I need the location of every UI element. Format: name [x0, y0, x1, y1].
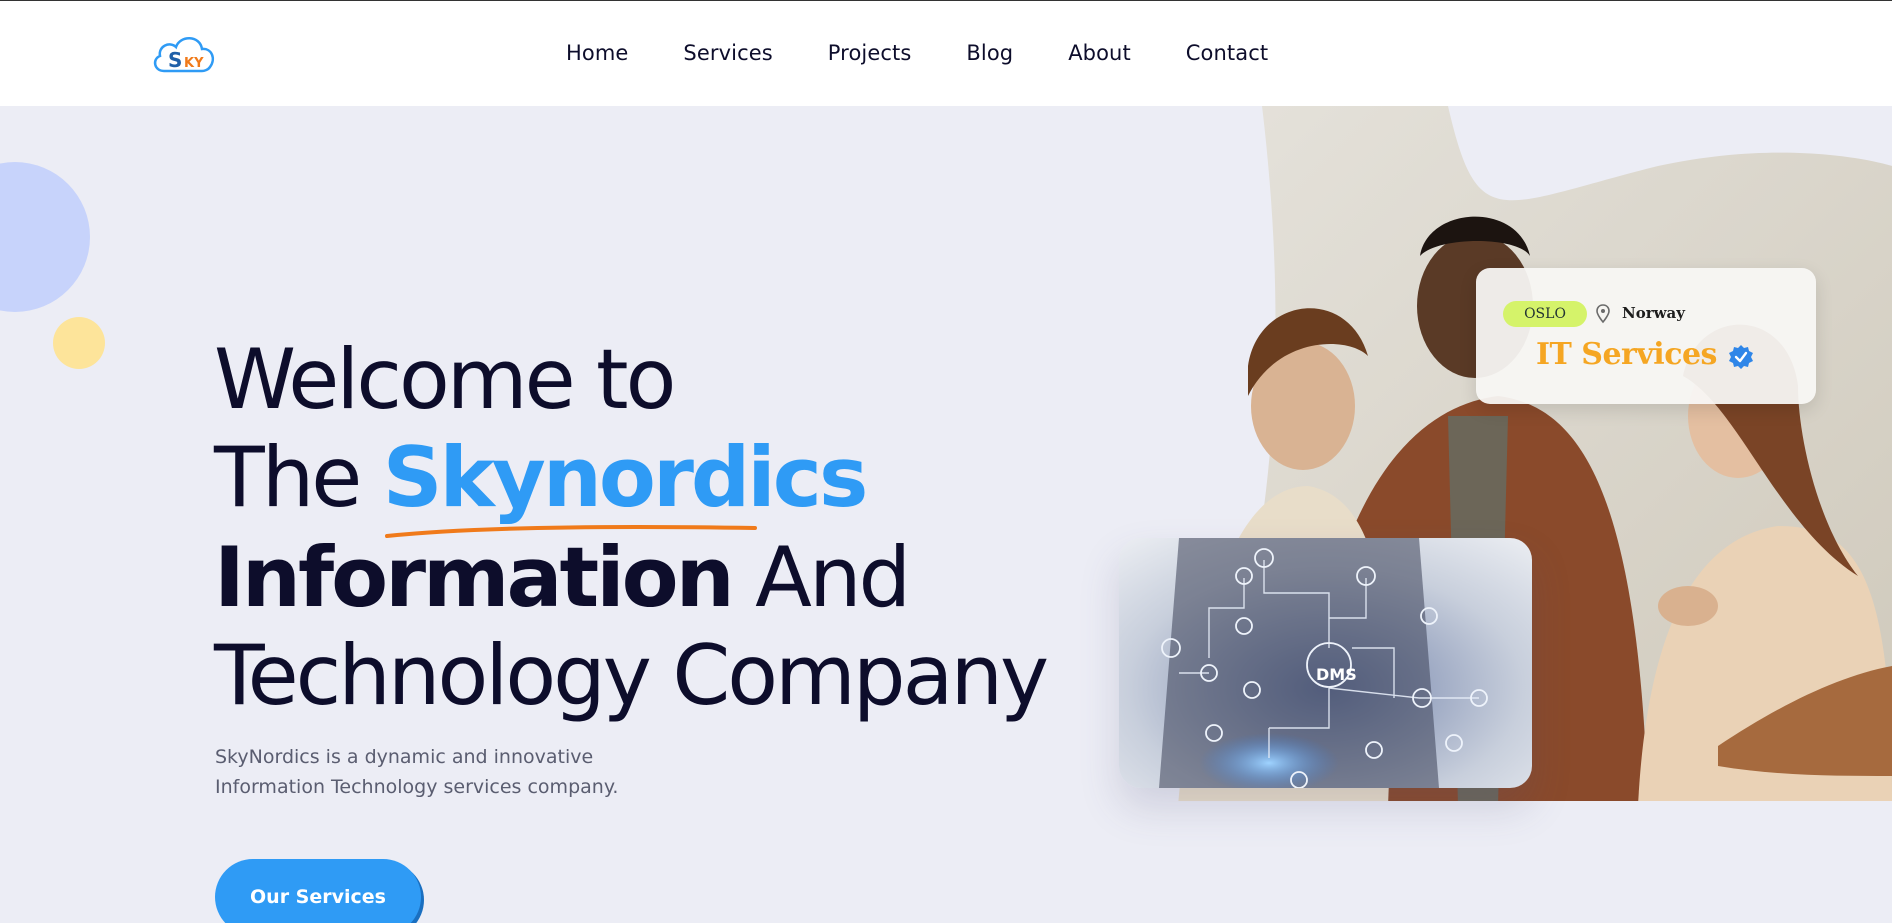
our-services-button[interactable]: Our Services — [215, 859, 421, 923]
svg-text:KY: KY — [184, 56, 204, 71]
hero-heading-line4: Technology Company — [214, 627, 1049, 724]
hero-heading-the: The — [214, 429, 362, 526]
hero-section: Welcome to The Skynordics Information An… — [0, 106, 1892, 923]
dms-image-card: DMS — [1119, 538, 1532, 788]
cloud-logo-icon[interactable]: S KY — [150, 29, 218, 77]
nav-contact[interactable]: Contact — [1186, 41, 1268, 65]
site-header: S KY Home Services Projects Blog About C… — [0, 0, 1892, 106]
location-pin-icon — [1596, 304, 1610, 324]
decorative-circle-blue — [0, 162, 90, 312]
hero-brand-name: Skynordics — [382, 429, 869, 538]
hero-heading-line3: Information And — [214, 536, 911, 619]
verified-badge-icon — [1729, 345, 1753, 369]
brand-text: Skynordics — [382, 429, 869, 526]
main-nav: Home Services Projects Blog About Contac… — [566, 41, 1323, 65]
nav-home[interactable]: Home — [566, 41, 628, 65]
country-label: Norway — [1622, 304, 1685, 322]
decorative-circle-yellow — [53, 317, 105, 369]
nav-blog[interactable]: Blog — [966, 41, 1013, 65]
hero-subtext: SkyNordics is a dynamic and innovative I… — [215, 746, 619, 798]
dms-label: DMS — [1316, 665, 1357, 684]
nav-projects[interactable]: Projects — [828, 41, 912, 65]
hero-heading-information: Information — [214, 529, 735, 626]
it-services-title: IT Services — [1536, 337, 1717, 372]
nav-services[interactable]: Services — [683, 41, 772, 65]
hero-heading-line1: Welcome to — [214, 331, 676, 428]
svg-text:S: S — [168, 48, 182, 72]
hero-heading-and: And — [755, 529, 911, 626]
nav-about[interactable]: About — [1068, 41, 1131, 65]
hero-heading-line2: The Skynordics — [214, 436, 868, 538]
city-badge: OSLO — [1503, 301, 1587, 327]
it-services-card: OSLO Norway IT Services — [1476, 268, 1816, 404]
